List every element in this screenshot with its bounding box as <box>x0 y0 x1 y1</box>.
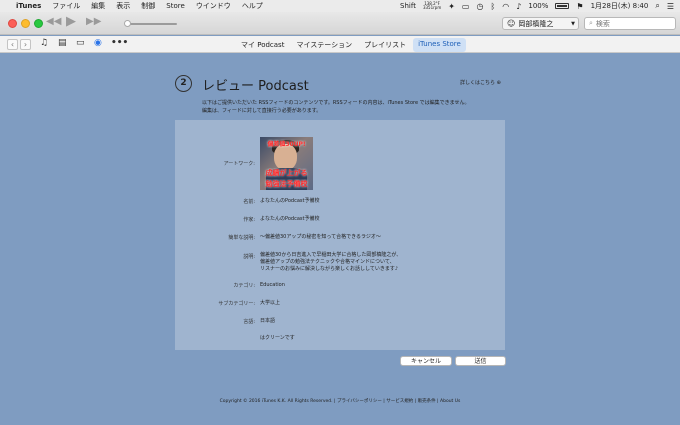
description-label: 説明: <box>243 254 255 260</box>
tab-playlists[interactable]: プレイリスト <box>359 38 411 52</box>
menu-view[interactable]: 表示 <box>116 1 130 11</box>
description-line-2: 偏差値アップの勉強法テクニックや合格マインドについて、 <box>260 259 395 265</box>
search-icon: ⌕ <box>589 19 593 27</box>
name-value: よなたんのPodcast予備校 <box>260 198 320 204</box>
cancel-button[interactable]: キャンセル <box>400 356 452 366</box>
category-label: カテゴリ: <box>233 283 255 289</box>
tv-icon[interactable]: ▭ <box>76 38 85 48</box>
battery-icon[interactable] <box>555 3 570 9</box>
status-menus: Shift 138.2°F 3351rpm ✦ ▭ ◷ ᛒ ◠ ♪ 100% ⚑… <box>400 0 674 12</box>
notification-center-icon[interactable]: ☰ <box>667 2 674 11</box>
short-description-label: 簡単な説明: <box>228 235 255 241</box>
arrow-circle-icon: ⊕ <box>496 80 501 86</box>
close-window-button[interactable] <box>8 19 17 28</box>
previous-track-icon[interactable]: ◀◀ <box>46 16 61 27</box>
subcategory-value: 大学以上 <box>260 300 281 306</box>
navigation-bar: ‹ › ♫ ▤ ▭ ◉ ••• マイ Podcast マイステーション プレイリ… <box>0 36 680 53</box>
artwork-label: アートワーク: <box>223 161 255 167</box>
tab-my-podcast[interactable]: マイ Podcast <box>236 38 289 52</box>
subcategory-label: サブカテゴリー: <box>218 301 255 307</box>
shift-indicator[interactable]: Shift <box>400 2 416 10</box>
podcast-icon[interactable]: ◉ <box>94 38 102 48</box>
send-button[interactable]: 送信 <box>455 356 506 366</box>
play-icon[interactable]: ▶ <box>66 14 76 29</box>
volume-icon[interactable]: ♪ <box>516 2 521 11</box>
forward-button[interactable]: › <box>20 39 31 50</box>
description-line-1: 偏差値30から日吉進入で早稲田大学に合格した岡部槙隆之が、 <box>260 252 402 258</box>
artwork-text-2: 成績が上がる <box>265 169 308 177</box>
movies-icon[interactable]: ▤ <box>58 38 67 48</box>
account-name: 岡部槙隆之 <box>518 19 554 28</box>
author-value: よなたんのPodcast予備校 <box>260 216 320 222</box>
menubar-clock[interactable]: 1月28日(木) 8:40 <box>591 1 649 11</box>
learn-more-label: 詳しくはこちら <box>460 80 496 86</box>
menu-edit[interactable]: 編集 <box>91 1 105 11</box>
next-track-icon[interactable]: ▶▶ <box>86 16 101 27</box>
bluetooth-icon[interactable]: ᛒ <box>490 2 495 11</box>
tab-itunes-store[interactable]: iTunes Store <box>413 38 466 52</box>
temperature-meter[interactable]: 138.2°F 3351rpm <box>423 2 441 10</box>
language-value: 日本語 <box>260 318 276 324</box>
intro-line-1: 以下はご提供いただいた RSSフィードのコンテンツです。RSSフィードの内容は、… <box>202 100 470 106</box>
zoom-window-button[interactable] <box>34 19 43 28</box>
more-icon[interactable]: ••• <box>111 38 128 48</box>
time-machine-icon[interactable]: ◷ <box>476 2 483 11</box>
clean-status: はクリーンです <box>260 335 295 341</box>
artwork-text-1: 偏差値30UP! <box>267 141 306 148</box>
nav-tabs: マイ Podcast マイステーション プレイリスト iTunes Store <box>236 38 466 52</box>
airplay-icon[interactable]: ▭ <box>462 2 470 11</box>
menu-help[interactable]: ヘルプ <box>242 1 263 11</box>
user-icon: ☺ <box>507 19 516 28</box>
menu-window[interactable]: ウインドウ <box>196 1 231 11</box>
battery-percent[interactable]: 100% <box>528 2 548 10</box>
artwork-text-3: 勉強法予備校 <box>265 180 308 188</box>
dropbox-icon[interactable]: ✦ <box>448 2 455 11</box>
language-label: 言語: <box>243 319 255 325</box>
menu-file[interactable]: ファイル <box>52 1 80 11</box>
name-label: 名前: <box>243 199 255 205</box>
flag-icon[interactable]: ⚑ <box>576 2 583 11</box>
intro-line-2: 編集は、フィードに対して直接行う必要があります。 <box>202 108 322 114</box>
page-title: レビュー Podcast <box>202 79 309 94</box>
fan-speed-value: 3351rpm <box>422 5 442 10</box>
chevron-down-icon: ▼ <box>571 20 575 27</box>
player-toolbar: ◀◀ ▶ ▶▶ ☺ 岡部槙隆之 ▼ ⌕ <box>0 12 680 35</box>
minimize-window-button[interactable] <box>21 19 30 28</box>
footer-copyright: Copyright © 2016 iTunes K.K. All Rights … <box>219 399 461 404</box>
description-value: 偏差値30から日吉進入で早稲田大学に合格した岡部槙隆之が、 偏差値アップの勉強法… <box>260 252 401 273</box>
menu-store[interactable]: Store <box>166 2 185 10</box>
volume-slider[interactable] <box>124 20 177 27</box>
back-button[interactable]: ‹ <box>7 39 18 50</box>
short-description-value: 〜偏差値30アップの秘密を知って合格できるラジオ〜 <box>260 234 381 240</box>
podcast-artwork: 偏差値30UP! 成績が上がる 勉強法予備校 <box>260 137 313 190</box>
account-button[interactable]: ☺ 岡部槙隆之 ▼ <box>502 17 579 30</box>
tab-my-stations[interactable]: マイステーション <box>291 38 357 52</box>
learn-more-link[interactable]: 詳しくはこちら ⊕ <box>460 79 501 86</box>
intro-text: 以下はご提供いただいた RSSフィードのコンテンツです。RSSフィードの内容は、… <box>202 99 502 115</box>
menu-app-name[interactable]: iTunes <box>16 2 41 10</box>
music-icon[interactable]: ♫ <box>40 38 48 48</box>
author-label: 作家: <box>243 217 255 223</box>
category-value: Education <box>260 282 285 288</box>
search-box[interactable]: ⌕ <box>584 17 676 30</box>
wifi-icon[interactable]: ◠ <box>502 2 509 11</box>
volume-knob[interactable] <box>124 20 131 27</box>
menu-bar: iTunes ファイル 編集 表示 制御 Store ウインドウ ヘルプ Shi… <box>0 0 680 12</box>
step-number-badge: 2 <box>175 75 192 92</box>
spotlight-icon[interactable]: ⌕ <box>655 1 659 11</box>
description-line-3: リスナーのお悩みに解決しながら楽しくお話ししていきます♪ <box>260 266 399 272</box>
menu-controls[interactable]: 制御 <box>141 1 155 11</box>
search-input[interactable] <box>595 19 670 28</box>
